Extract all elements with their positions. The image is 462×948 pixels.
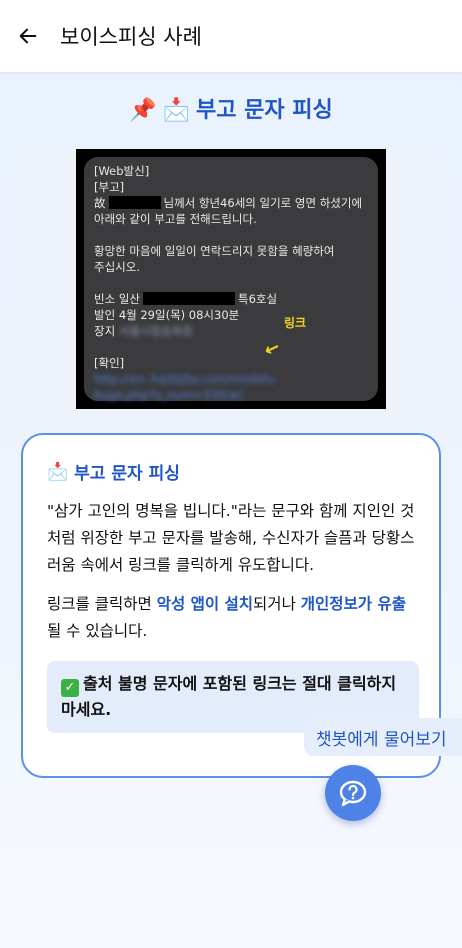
sms-line: [Web발신]	[94, 164, 150, 178]
sms-spacer	[94, 339, 368, 355]
sms-line: [부고]	[94, 180, 125, 194]
tip-text: 출처 불명 문자에 포함된 링크는 절대 클릭하지 마세요.	[61, 674, 397, 719]
checkmark-icon: ✓	[61, 679, 79, 697]
sms-text: 님께서 향년46세의 일기로 영면 하셨기에	[163, 196, 363, 210]
sms-text: 특6호실	[237, 292, 278, 306]
sms-line: 아래와 같이 부고를 전해드립니다.	[94, 212, 257, 226]
redaction-bar	[142, 292, 235, 305]
sms-spacer	[94, 227, 368, 243]
sms-text: 故	[94, 196, 106, 210]
sms-text: 빈소 일산	[94, 292, 140, 306]
card-title: 📩 부고 문자 피싱	[47, 459, 417, 485]
sms-spacer	[94, 275, 368, 291]
card-description: "삼가 고인의 명복을 빕니다."라는 문구와 함께 지인인 것처럼 위장한 부…	[47, 502, 415, 574]
sms-line: 황망한 마음에 일일이 연락드리지 못함을 혜량하여	[94, 244, 335, 258]
sms-bubble: [Web발신] [부고] 故 님께서 향년46세의 일기로 영면 하셨기에 아래와…	[84, 157, 378, 402]
section-title: 📌 📩 부고 문자 피싱	[0, 92, 462, 124]
chatbot-button[interactable]	[325, 765, 381, 821]
blurred-link: bugo.php?a_num=330(w)	[94, 388, 243, 402]
help-chat-icon	[339, 780, 367, 807]
redaction-bar	[108, 196, 161, 209]
sms-line: 주십시오.	[94, 260, 140, 274]
envelope-icon: 📩	[162, 98, 191, 123]
blurred-text: 서울시립승화원	[118, 324, 193, 338]
link-annotation: 링크	[284, 316, 307, 330]
app-bar: 보이스피싱 사례	[0, 0, 462, 72]
warning-text: 될 수 있습니다.	[47, 622, 148, 640]
chatbot-tooltip[interactable]: 챗봇에게 물어보기	[304, 718, 462, 756]
envelope-icon: 📩	[47, 461, 69, 482]
page-title: 보이스피싱 사례	[60, 25, 202, 49]
sms-line: [확인]	[94, 356, 125, 370]
arrow-left-icon	[19, 28, 37, 44]
blurred-link: http://xn--hq1bj5a.com/m/obitu	[94, 372, 275, 386]
highlight-malware: 악성 앱이 설치	[156, 595, 254, 613]
sms-screenshot: [Web발신] [부고] 故 님께서 향년46세의 일기로 영면 하셨기에 아래와…	[76, 149, 386, 409]
card-warning: 링크를 클릭하면 악성 앱이 설치되거나 개인정보가 유출될 수 있습니다.	[47, 591, 417, 645]
sms-line: 빈소 일산 특6호실	[94, 291, 368, 307]
warning-text: 되거나	[253, 595, 301, 613]
sms-text: 장지	[94, 324, 116, 338]
warning-text: 링크를 클릭하면	[47, 595, 157, 613]
sms-line: 발인 4월 29일(목) 08시30분	[94, 308, 240, 322]
card-title-text: 부고 문자 피싱	[74, 464, 180, 484]
sms-line: 故 님께서 향년46세의 일기로 영면 하셨기에	[94, 195, 368, 211]
sms-line: 장지 서울시립승화원	[94, 323, 368, 339]
highlight-data-leak: 개인정보가 유출	[300, 595, 406, 613]
back-button[interactable]	[0, 0, 56, 72]
section-title-text: 부고 문자 피싱	[196, 98, 333, 123]
pin-icon: 📌	[129, 98, 157, 123]
